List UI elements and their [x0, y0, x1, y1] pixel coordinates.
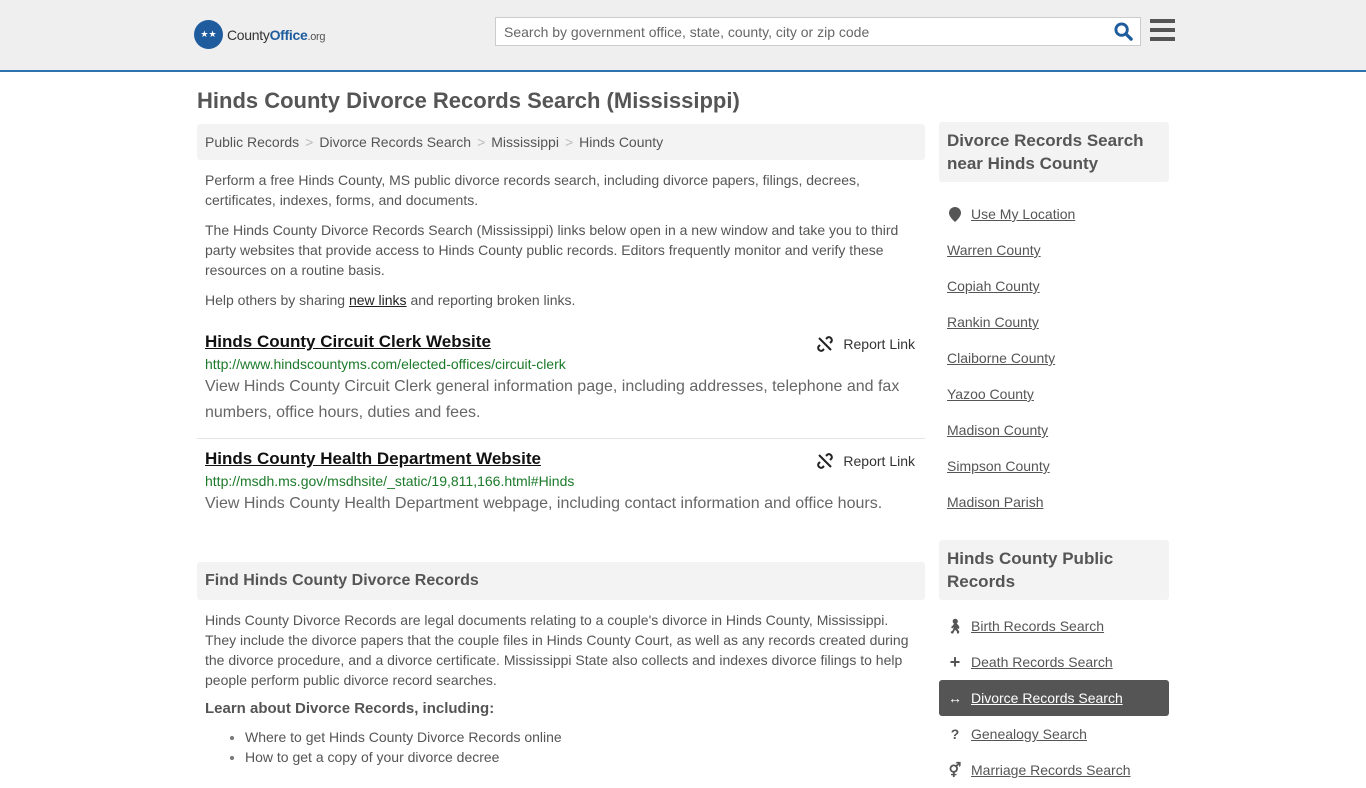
intro-paragraph-3: Help others by sharing new links and rep…	[197, 290, 925, 310]
find-records-heading: Find Hinds County Divorce Records	[197, 562, 925, 600]
breadcrumb-separator: >	[564, 134, 574, 150]
plus-icon: +	[949, 651, 961, 672]
report-link-label: Report Link	[843, 453, 915, 469]
link-description: View Hinds County Circuit Clerk general …	[205, 378, 900, 421]
page-title: Hinds County Divorce Records Search (Mis…	[197, 88, 740, 113]
intro-paragraph-1: Perform a free Hinds County, MS public d…	[205, 172, 860, 208]
child-icon: 🚶︎	[946, 617, 964, 634]
eagle-logo-icon: ★★	[194, 20, 223, 49]
nearby-county-link[interactable]: Claiborne County	[947, 350, 1055, 366]
nearby-county-link[interactable]: Warren County	[947, 242, 1041, 258]
broken-link-icon	[817, 336, 834, 352]
sidebar: Divorce Records Search near Hinds County…	[939, 122, 1169, 788]
nearby-item: Madison County	[947, 412, 1161, 448]
nearby-item: Warren County	[947, 232, 1161, 268]
breadcrumb-separator: >	[477, 134, 486, 150]
public-record-item: ? Genealogy Search	[939, 716, 1169, 752]
arrows-horizontal-icon: ↔	[948, 690, 962, 706]
nearby-item: Simpson County	[947, 448, 1161, 484]
public-record-item-active: ↔ Divorce Records Search	[939, 680, 1169, 716]
venus-mars-icon: ⚥	[948, 761, 962, 778]
public-record-item: + Death Records Search	[939, 644, 1169, 680]
broken-link-icon	[817, 453, 834, 469]
map-marker-icon	[947, 206, 963, 222]
search-icon	[1113, 22, 1133, 41]
hamburger-icon-bar	[1150, 28, 1175, 32]
logo-text-tld: .org	[307, 30, 326, 43]
links-list: Hinds County Circuit Clerk Website Repor…	[197, 322, 925, 529]
learn-about-item: How to get a copy of your divorce decree	[245, 747, 925, 767]
breadcrumb-public-records[interactable]: Public Records	[205, 134, 299, 150]
logo-text-brand: Office	[269, 26, 308, 43]
marriage-records-link[interactable]: Marriage Records Search	[971, 762, 1131, 778]
hamburger-icon-bar	[1150, 37, 1175, 41]
public-records-heading: Hinds County Public Records	[939, 540, 1169, 600]
public-record-item: ⚥ Marriage Records Search	[939, 752, 1169, 788]
nearby-county-link[interactable]: Madison County	[947, 422, 1048, 438]
link-item: Hinds County Health Department Website R…	[197, 438, 925, 529]
report-link-button[interactable]: Report Link	[817, 336, 915, 352]
find-records-paragraph: Hinds County Divorce Records are legal d…	[205, 612, 909, 688]
nearby-county-link[interactable]: Madison Parish	[947, 494, 1044, 510]
report-link-button[interactable]: Report Link	[817, 453, 915, 469]
public-record-item: 🚶︎ Birth Records Search	[939, 608, 1169, 644]
divorce-records-link[interactable]: Divorce Records Search	[971, 690, 1123, 706]
nearby-heading: Divorce Records Search near Hinds County	[939, 122, 1169, 182]
nearby-item: Yazoo County	[947, 376, 1161, 412]
hamburger-icon-bar	[1150, 19, 1175, 23]
nearby-county-link[interactable]: Simpson County	[947, 458, 1050, 474]
nearby-county-link[interactable]: Yazoo County	[947, 386, 1034, 402]
use-my-location-link[interactable]: Use My Location	[971, 206, 1075, 222]
help-text: Help others by sharing	[205, 292, 349, 308]
breadcrumb-divorce-records[interactable]: Divorce Records Search	[319, 134, 471, 150]
question-icon: ?	[950, 726, 960, 742]
help-text-end: and reporting broken links.	[406, 292, 576, 308]
link-url[interactable]: http://msdh.ms.gov/msdhsite/_static/19,8…	[205, 473, 917, 489]
breadcrumb-mississippi[interactable]: Mississippi	[491, 134, 559, 150]
top-bar: ★★ CountyOffice.org	[0, 0, 1366, 72]
main-content: Public Records > Divorce Records Search > …	[197, 124, 925, 767]
link-title[interactable]: Hinds County Health Department Website	[205, 449, 541, 469]
nearby-county-link[interactable]: Rankin County	[947, 314, 1039, 330]
nearby-item: Copiah County	[947, 268, 1161, 304]
link-description: View Hinds County Health Department webp…	[205, 495, 883, 512]
learn-about-item: Where to get Hinds County Divorce Record…	[245, 727, 925, 747]
nearby-list: Use My Location Warren County Copiah Cou…	[939, 182, 1169, 520]
death-records-link[interactable]: Death Records Search	[971, 654, 1113, 670]
link-item: Hinds County Circuit Clerk Website Repor…	[197, 322, 925, 438]
public-records-list: 🚶︎ Birth Records Search + Death Records Se…	[939, 600, 1169, 788]
intro-paragraph-2: The Hinds County Divorce Records Search …	[205, 222, 899, 278]
logo-text-main: County	[227, 26, 270, 43]
nearby-item: Madison Parish	[947, 484, 1161, 520]
nearby-county-link[interactable]: Copiah County	[947, 278, 1040, 294]
link-url[interactable]: http://www.hindscountyms.com/elected-off…	[205, 356, 917, 372]
search-box	[495, 17, 1141, 46]
menu-button[interactable]	[1150, 19, 1175, 41]
nearby-item: Claiborne County	[947, 340, 1161, 376]
breadcrumb-current: Hinds County	[579, 134, 664, 150]
learn-about-list: Where to get Hinds County Divorce Record…	[197, 727, 925, 767]
breadcrumb: Public Records > Divorce Records Search > …	[197, 124, 925, 160]
site-logo[interactable]: ★★ CountyOffice.org	[194, 20, 326, 49]
report-link-label: Report Link	[843, 336, 915, 352]
learn-about-heading: Learn about Divorce Records, including:	[205, 700, 495, 717]
use-location-item: Use My Location	[947, 196, 1161, 232]
link-title[interactable]: Hinds County Circuit Clerk Website	[205, 332, 491, 352]
nearby-item: Rankin County	[947, 304, 1161, 340]
search-input[interactable]	[496, 18, 1106, 45]
birth-records-link[interactable]: Birth Records Search	[971, 618, 1104, 634]
new-links-link[interactable]: new links	[349, 292, 407, 308]
genealogy-link[interactable]: Genealogy Search	[971, 726, 1087, 742]
breadcrumb-separator: >	[305, 134, 314, 150]
search-button[interactable]	[1106, 18, 1140, 45]
